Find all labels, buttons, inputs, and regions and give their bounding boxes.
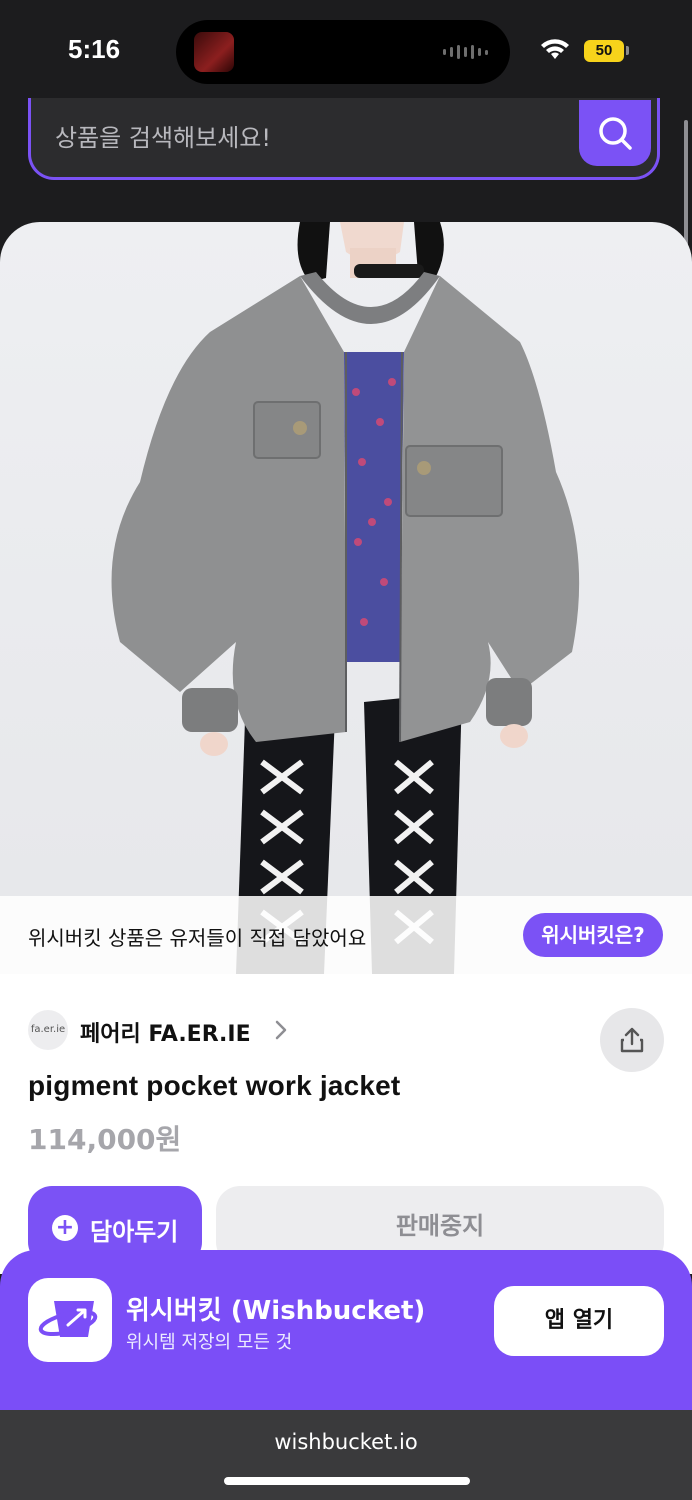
status-time: 5:16 xyxy=(68,34,121,64)
app-subtitle: 위시템 저장의 모든 것 xyxy=(126,1332,293,1353)
now-playing-artwork xyxy=(194,32,234,72)
save-label: 담아두기 xyxy=(90,1218,179,1246)
app-name: 위시버킷 (Wishbucket) xyxy=(126,1296,426,1326)
audio-wave-icon xyxy=(443,42,488,62)
brand-link[interactable]: 페어리 FA.ER.IE xyxy=(80,1016,251,1048)
status-bar: 5:16 50 xyxy=(0,0,692,104)
product-info: fa.er.ie 페어리 FA.ER.IE pigment pocket wor… xyxy=(0,974,692,1274)
browser-url-bar[interactable]: wishbucket.io xyxy=(0,1410,692,1500)
battery-icon: 50 xyxy=(584,40,624,62)
dynamic-island[interactable] xyxy=(176,20,510,84)
wishbucket-app-icon xyxy=(28,1278,112,1362)
product-image[interactable]: 위시버킷 상품은 유저들이 직접 담았어요 위시버킷은? xyxy=(0,222,692,974)
wifi-icon xyxy=(541,39,569,59)
battery-tip xyxy=(626,46,629,55)
search-input[interactable]: 상품을 검색해보세요! xyxy=(55,118,271,153)
notice-text: 위시버킷 상품은 유저들이 직접 담았어요 xyxy=(28,926,367,950)
product-photo xyxy=(111,222,580,974)
search-icon xyxy=(599,117,632,150)
product-title: pigment pocket work jacket xyxy=(28,1070,401,1101)
bucket-logo-icon xyxy=(38,1301,98,1337)
chevron-right-icon[interactable] xyxy=(274,1020,288,1040)
brand-logo[interactable]: fa.er.ie xyxy=(28,1010,68,1050)
url-text[interactable]: wishbucket.io xyxy=(0,1430,692,1454)
search-bar[interactable]: 상품을 검색해보세요! xyxy=(28,98,660,180)
notice-bar: 위시버킷 상품은 유저들이 직접 담았어요 위시버킷은? xyxy=(0,896,692,974)
share-button[interactable] xyxy=(600,1008,664,1072)
home-indicator[interactable] xyxy=(224,1477,470,1485)
search-button[interactable] xyxy=(579,100,651,166)
product-price: 114,000원 xyxy=(28,1123,182,1156)
plus-icon: + xyxy=(52,1215,78,1241)
app-install-banner: 위시버킷 (Wishbucket) 위시템 저장의 모든 것 앱 열기 xyxy=(0,1250,692,1410)
share-icon xyxy=(620,1027,644,1053)
what-is-wishbucket-button[interactable]: 위시버킷은? xyxy=(523,913,663,957)
open-app-button[interactable]: 앱 열기 xyxy=(494,1286,664,1356)
